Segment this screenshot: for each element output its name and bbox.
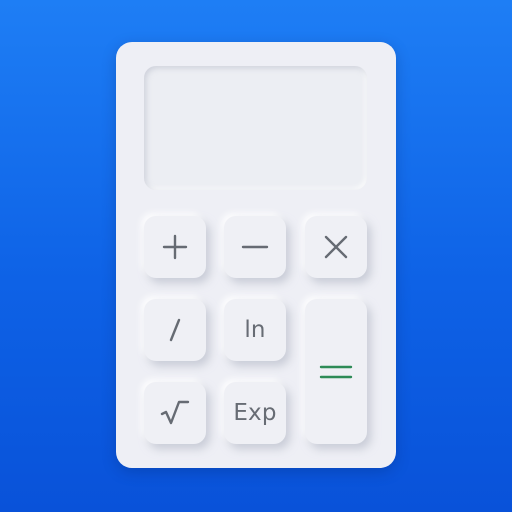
plus-button[interactable]: [144, 216, 206, 278]
square-root-icon: [160, 400, 190, 425]
times-icon: [324, 235, 348, 259]
calculator-body: ln Exp: [116, 42, 396, 468]
minus-icon: [241, 245, 269, 249]
ln-label: ln: [244, 317, 266, 343]
app-background: ln Exp: [0, 0, 512, 512]
minus-button[interactable]: [224, 216, 286, 278]
multiply-button[interactable]: [305, 216, 367, 278]
exp-button[interactable]: Exp: [224, 382, 286, 444]
divide-button[interactable]: [144, 299, 206, 361]
equals-button[interactable]: [305, 299, 367, 444]
divide-icon: [169, 318, 181, 342]
plus-icon: [162, 234, 188, 260]
exp-label: Exp: [233, 400, 277, 426]
ln-button[interactable]: ln: [224, 299, 286, 361]
equals-icon: [319, 365, 353, 378]
square-root-button[interactable]: [144, 382, 206, 444]
calculator-display: [144, 66, 367, 190]
